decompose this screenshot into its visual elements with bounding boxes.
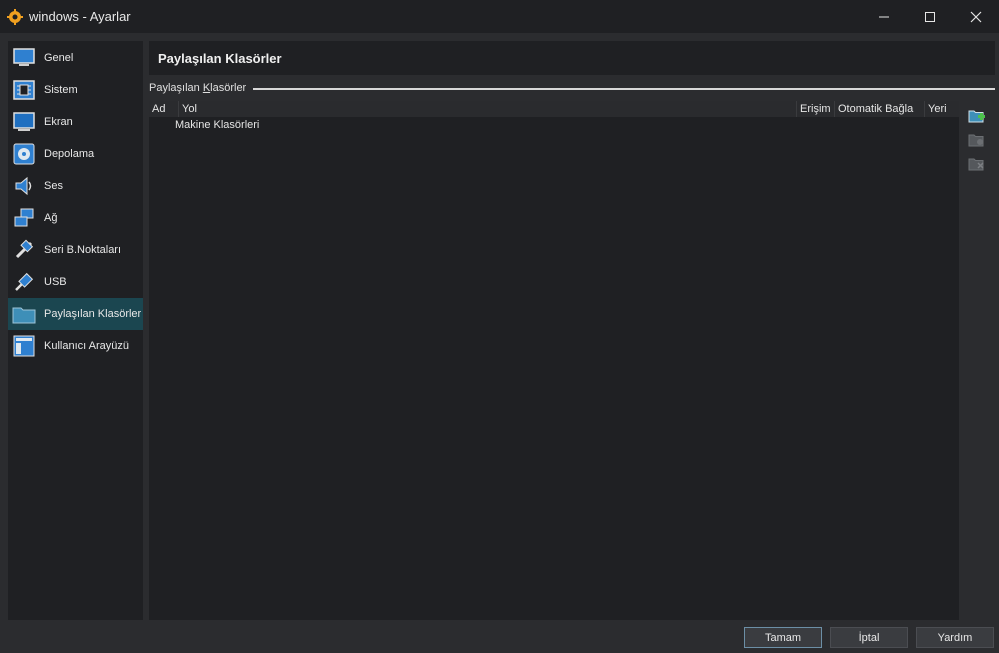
edit-shared-folder-button[interactable] xyxy=(966,129,988,151)
help-button[interactable]: Yardım xyxy=(916,627,994,648)
group-label: Paylaşılan Klasörler xyxy=(149,82,246,94)
column-header-yeri[interactable]: Yeri xyxy=(925,101,959,117)
sidebar-item-label: Paylaşılan Klasörler xyxy=(44,308,142,320)
tree-group-label: Makine Klasörleri xyxy=(175,119,260,131)
sidebar-item-label: Seri B.Noktaları xyxy=(44,244,122,256)
column-header-otomatik-bagla[interactable]: Otomatik Bağla xyxy=(835,101,925,117)
title-bar: windows - Ayarlar xyxy=(0,0,999,33)
group-label-part: Paylaşılan xyxy=(149,82,203,94)
minimize-button[interactable] xyxy=(861,0,907,33)
page-header: Paylaşılan Klasörler xyxy=(149,41,995,75)
monitor-general-icon xyxy=(12,46,36,70)
sidebar-item-label: Depolama xyxy=(44,148,95,160)
close-icon xyxy=(970,11,982,22)
network-icon xyxy=(12,206,36,230)
remove-shared-folder-icon xyxy=(968,158,984,171)
remove-shared-folder-button[interactable] xyxy=(966,153,988,175)
display-icon xyxy=(12,110,36,134)
window-title: windows - Ayarlar xyxy=(29,9,131,24)
group-divider xyxy=(253,87,995,90)
sidebar-item-seri-noktalari[interactable]: Seri B.Noktaları xyxy=(8,234,143,266)
folder-tools xyxy=(966,105,992,177)
sidebar-item-label: Ağ xyxy=(44,212,58,224)
cancel-button[interactable]: İptal xyxy=(830,627,908,648)
add-shared-folder-icon xyxy=(968,110,985,123)
folder-icon xyxy=(12,302,36,326)
settings-dialog: Genel Sistem Ekran Depolama Ses Ağ Seri … xyxy=(0,33,999,653)
ok-button[interactable]: Tamam xyxy=(744,627,822,648)
sidebar-item-label: Ses xyxy=(44,180,63,192)
table-row[interactable]: Makine Klasörleri xyxy=(149,117,959,133)
sidebar-item-ekran[interactable]: Ekran xyxy=(8,106,143,138)
virtualbox-gear-icon xyxy=(7,8,23,25)
column-header-yol[interactable]: Yol xyxy=(179,101,797,117)
table-header: Ad Yol Erişim Otomatik Bağla Yeri xyxy=(149,101,959,117)
maximize-icon xyxy=(925,11,935,22)
minimize-icon xyxy=(879,16,889,17)
ui-window-icon xyxy=(12,334,36,358)
usb-icon xyxy=(12,270,36,294)
sidebar-item-ses[interactable]: Ses xyxy=(8,170,143,202)
sidebar-item-depolama[interactable]: Depolama xyxy=(8,138,143,170)
close-button[interactable] xyxy=(953,0,999,33)
sidebar-item-label: Kullanıcı Arayüzü xyxy=(44,340,129,352)
sidebar-item-sistem[interactable]: Sistem xyxy=(8,74,143,106)
sidebar-item-label: Ekran xyxy=(44,116,73,128)
add-shared-folder-button[interactable] xyxy=(966,105,988,127)
column-header-ad[interactable]: Ad xyxy=(149,101,179,117)
sidebar-item-kullanici-arayuzu[interactable]: Kullanıcı Arayüzü xyxy=(8,330,143,362)
group-box-header: Paylaşılan Klasörler xyxy=(149,81,995,95)
speaker-icon xyxy=(12,174,36,198)
column-header-erisim[interactable]: Erişim xyxy=(797,101,835,117)
edit-shared-folder-icon xyxy=(968,134,984,147)
disk-icon xyxy=(12,142,36,166)
sidebar-item-usb[interactable]: USB xyxy=(8,266,143,298)
sidebar-item-paylasilan-klasorler[interactable]: Paylaşılan Klasörler xyxy=(8,298,143,330)
sidebar-item-genel[interactable]: Genel xyxy=(8,42,143,74)
page-title: Paylaşılan Klasörler xyxy=(158,50,282,66)
chip-icon xyxy=(12,78,36,102)
sidebar-item-label: USB xyxy=(44,276,67,288)
maximize-button[interactable] xyxy=(907,0,953,33)
serial-port-icon xyxy=(12,238,36,262)
sidebar-item-label: Sistem xyxy=(44,84,78,96)
sidebar-item-ag[interactable]: Ağ xyxy=(8,202,143,234)
window-controls xyxy=(861,0,999,33)
shared-folders-table[interactable]: Ad Yol Erişim Otomatik Bağla Yeri Makine… xyxy=(149,101,959,620)
settings-sidebar: Genel Sistem Ekran Depolama Ses Ağ Seri … xyxy=(8,41,143,620)
sidebar-item-label: Genel xyxy=(44,52,74,64)
group-label-part: lasörler xyxy=(210,82,247,94)
